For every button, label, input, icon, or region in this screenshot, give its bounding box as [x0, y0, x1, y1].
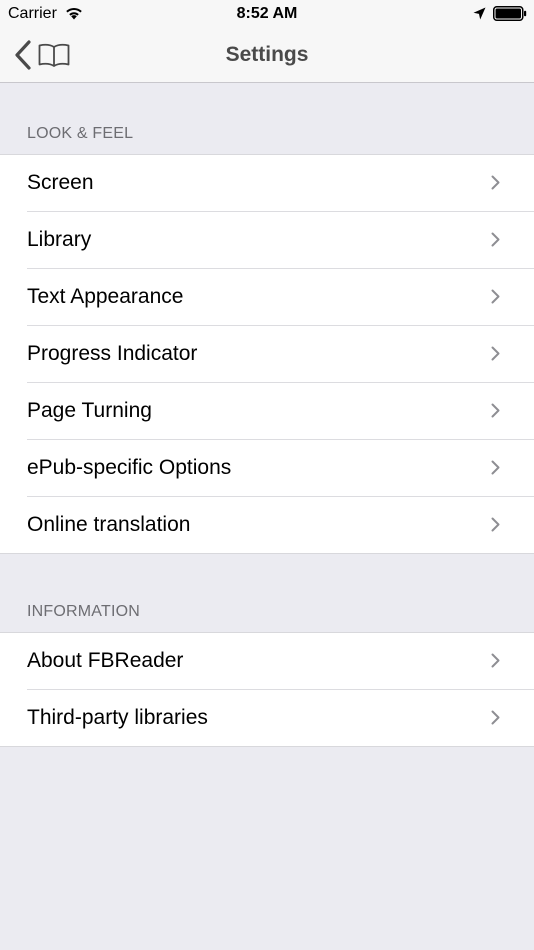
settings-row-epub-options[interactable]: ePub-specific Options	[27, 440, 534, 497]
row-label: ePub-specific Options	[27, 456, 232, 479]
status-bar: Carrier 8:52 AM	[0, 0, 534, 28]
chevron-right-icon	[491, 232, 500, 247]
settings-row-text-appearance[interactable]: Text Appearance	[27, 269, 534, 326]
settings-row-screen[interactable]: Screen	[27, 155, 534, 212]
settings-row-third-party-libraries[interactable]: Third-party libraries	[27, 690, 534, 746]
row-label: Library	[27, 228, 92, 251]
section-header-look-and-feel: LOOK & FEEL	[27, 125, 134, 142]
settings-group-information: About FBReader Third-party libraries	[0, 632, 534, 747]
page-title: Settings	[225, 43, 309, 66]
location-arrow-icon	[473, 7, 486, 20]
row-label: Screen	[27, 171, 94, 194]
settings-row-about-fbreader[interactable]: About FBReader	[27, 633, 534, 690]
chevron-right-icon	[491, 346, 500, 361]
chevron-right-icon	[491, 289, 500, 304]
battery-icon	[493, 6, 527, 21]
chevron-right-icon	[491, 517, 500, 532]
row-label: Online translation	[27, 513, 191, 536]
navigation-bar: Settings	[0, 28, 534, 83]
chevron-right-icon	[491, 653, 500, 668]
chevron-right-icon	[491, 175, 500, 190]
clock: 8:52 AM	[236, 5, 298, 22]
settings-row-page-turning[interactable]: Page Turning	[27, 383, 534, 440]
settings-row-library[interactable]: Library	[27, 212, 534, 269]
row-label: About FBReader	[27, 649, 184, 672]
section-header-information: INFORMATION	[27, 603, 141, 620]
settings-group-look-and-feel: Screen Library Text Appearance Progress …	[0, 154, 534, 554]
settings-row-progress-indicator[interactable]: Progress Indicator	[27, 326, 534, 383]
row-label: Third-party libraries	[27, 706, 208, 729]
settings-row-online-translation[interactable]: Online translation	[27, 497, 534, 553]
row-label: Page Turning	[27, 399, 152, 422]
chevron-right-icon	[491, 403, 500, 418]
row-label: Text Appearance	[27, 285, 184, 308]
chevron-right-icon	[491, 710, 500, 725]
row-label: Progress Indicator	[27, 342, 198, 365]
chevron-right-icon	[491, 460, 500, 475]
